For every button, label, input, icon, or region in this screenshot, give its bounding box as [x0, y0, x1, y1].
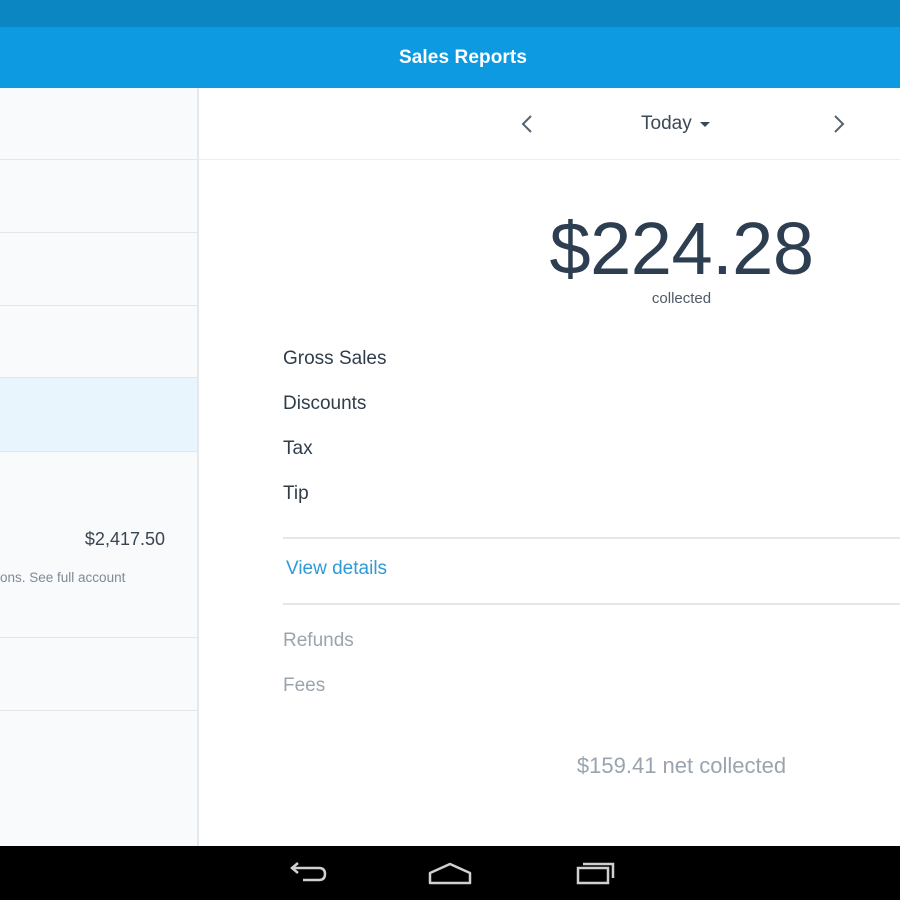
sidebar-item[interactable]	[0, 306, 197, 378]
account-note-text: ons. See full account	[0, 570, 126, 585]
date-range-select[interactable]: Today	[641, 113, 710, 135]
status-bar	[0, 0, 900, 27]
line-item-refunds: Refunds	[283, 630, 354, 651]
sidebar-item[interactable]	[0, 88, 197, 160]
view-details-link[interactable]: View details	[286, 558, 387, 580]
divider	[283, 537, 900, 539]
divider	[283, 603, 900, 605]
chevron-right-icon[interactable]	[825, 110, 853, 138]
page-title: Sales Reports	[398, 46, 528, 68]
account-note: ons. See full account	[0, 570, 197, 585]
date-navigator: Today	[199, 88, 900, 160]
net-collected: $159.41 net collected	[576, 753, 787, 778]
sidebar: $2,417.50 ons. See full account	[0, 88, 199, 846]
collected-amount: $224.28	[549, 207, 815, 290]
account-balance: $2,417.50	[84, 529, 165, 549]
chevron-left-icon[interactable]	[513, 110, 541, 138]
caret-down-icon	[699, 121, 710, 127]
recents-icon[interactable]	[568, 859, 620, 887]
line-item-fees: Fees	[283, 675, 326, 696]
home-icon[interactable]	[424, 859, 476, 887]
sidebar-item[interactable]	[0, 233, 197, 306]
sidebar-item-selected[interactable]	[0, 378, 197, 452]
line-item-tax: Tax	[283, 438, 313, 459]
date-range-label: Today	[641, 113, 692, 134]
system-navigation-bar	[0, 846, 900, 900]
app-bar: Sales Reports	[0, 27, 900, 88]
sidebar-item[interactable]	[0, 160, 197, 233]
sidebar-item[interactable]	[0, 638, 197, 711]
report-panel: Today $224.28 collected Gross Sales Disc…	[199, 88, 900, 846]
line-item-tip: Tip	[283, 483, 309, 504]
back-icon[interactable]	[281, 859, 333, 887]
line-item-gross-sales: Gross Sales	[283, 348, 387, 369]
line-item-discounts: Discounts	[283, 393, 367, 414]
collected-caption: collected	[651, 290, 712, 307]
